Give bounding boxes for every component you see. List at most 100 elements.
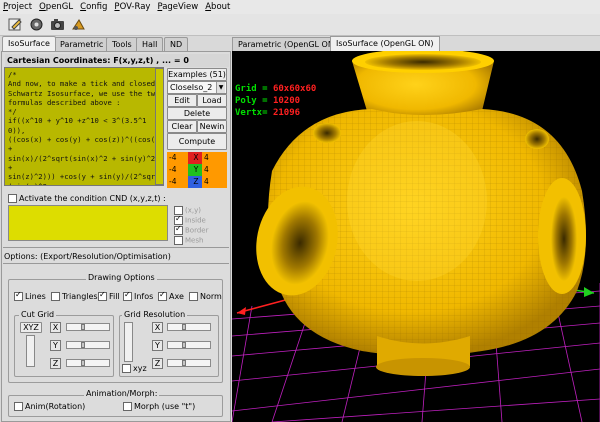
xyz-option[interactable]: xyz <box>122 364 147 373</box>
menu-config[interactable]: Config <box>80 2 107 12</box>
fill-option[interactable]: Fill <box>98 290 120 301</box>
cut-y-slider[interactable] <box>66 341 110 349</box>
delete-button[interactable]: Delete <box>167 107 227 120</box>
limit-min-z[interactable]: -4 <box>167 176 188 188</box>
example-select[interactable]: CloseIso_2 ▼ <box>167 81 227 94</box>
axe-checkbox[interactable] <box>158 290 167 301</box>
limit-max-y[interactable]: 4 <box>202 164 227 176</box>
cnd-option-xy-label: (x,y) <box>185 206 201 215</box>
cnd-option-mesh-label: Mesh <box>185 236 204 245</box>
limit-row-y: -4 Y 4 <box>167 164 227 176</box>
anim-rotation-option[interactable]: Anim(Rotation) <box>14 402 85 411</box>
res-y-slider[interactable] <box>167 341 211 349</box>
animation-title: Animation/Morph: <box>84 389 160 398</box>
limit-min-x[interactable]: -4 <box>167 152 188 164</box>
xyz-checkbox[interactable] <box>122 364 131 373</box>
newin-button[interactable]: Newin <box>197 120 227 133</box>
norm-label: Norm <box>200 292 222 301</box>
cut-grid-slider[interactable] <box>26 335 35 367</box>
example-select-value: CloseIso_2 <box>170 83 213 92</box>
menu-pageview[interactable]: PageView <box>157 2 198 12</box>
cnd-option-border-checkbox[interactable] <box>174 224 183 235</box>
edit-icon[interactable] <box>8 17 23 32</box>
triangles-checkbox[interactable] <box>51 292 60 301</box>
gear-icon[interactable] <box>29 17 44 32</box>
lines-option[interactable]: Lines <box>14 290 46 301</box>
fill-label: Fill <box>109 292 120 301</box>
edit-button[interactable]: Edit <box>167 94 197 107</box>
infos-checkbox[interactable] <box>123 290 132 301</box>
cnd-option-mesh-checkbox[interactable] <box>174 236 183 245</box>
menu-opengl[interactable]: OpenGL <box>39 2 73 12</box>
toolbar <box>0 14 600 36</box>
cnd-checkbox[interactable] <box>8 194 17 203</box>
menu-about[interactable]: About <box>205 2 230 12</box>
menu-bar: Project OpenGL Config POV-Ray PageView A… <box>0 0 600 14</box>
lines-label: Lines <box>25 292 46 301</box>
infos-label: Infos <box>134 292 154 301</box>
res-y-label: Y <box>152 340 163 351</box>
examples-button[interactable]: Examples (51) <box>167 68 227 81</box>
tab-isosurface[interactable]: IsoSurface <box>2 36 56 51</box>
xyz-cut-button[interactable]: XYZ <box>20 322 42 333</box>
options-header[interactable]: Options: (Export/Resolution/Optimisation… <box>4 252 171 261</box>
morph-label: Morph (use "t") <box>134 402 196 411</box>
res-z-label: Z <box>152 358 163 369</box>
axe-label: Axe <box>169 292 184 301</box>
tab-hall[interactable]: Hall <box>136 37 164 51</box>
cnd-option-border[interactable]: Border <box>174 224 209 235</box>
formula-editor[interactable]: /* And now, to make a tick and closed Sc… <box>4 67 164 186</box>
anim-rotation-checkbox[interactable] <box>14 402 23 411</box>
load-button[interactable]: Load <box>197 94 227 107</box>
cnd-option-border-label: Border <box>185 226 209 235</box>
tab-parametric-opengl[interactable]: Parametric (OpenGL ON) <box>232 37 343 51</box>
cut-z-slider[interactable] <box>66 359 110 367</box>
camera-icon[interactable] <box>50 17 65 32</box>
cut-grid-title: Cut Grid <box>19 310 57 319</box>
limit-max-x[interactable]: 4 <box>202 152 227 164</box>
grid-resolution-title: Grid Resolution <box>122 310 188 319</box>
divider <box>3 263 229 264</box>
animate-icon[interactable] <box>71 17 86 32</box>
cut-y-label: Y <box>50 340 61 351</box>
cnd-option-inside-label: Inside <box>185 216 206 225</box>
triangles-label: Triangles <box>62 292 98 301</box>
cut-x-label: X <box>50 322 61 333</box>
compute-button[interactable]: Compute <box>167 133 227 150</box>
drawing-options-title: Drawing Options <box>86 273 157 282</box>
coordinates-title: Cartesian Coordinates: F(x,y,z,t) , ... … <box>5 54 229 67</box>
stat-poly: Poly = 10200 <box>235 96 301 106</box>
render-stats: Grid = 60x60x60 Poly = 10200 Vertx= 2109… <box>235 83 316 119</box>
cut-x-slider[interactable] <box>66 323 110 331</box>
cnd-editor[interactable] <box>8 205 168 241</box>
menu-project[interactable]: Project <box>3 2 32 12</box>
tab-tools[interactable]: Tools <box>106 37 138 51</box>
tab-nd[interactable]: ND <box>164 37 189 51</box>
formula-scrollbar[interactable] <box>155 68 164 185</box>
grid-resolution-slider[interactable] <box>124 322 133 362</box>
limit-min-y[interactable]: -4 <box>167 164 188 176</box>
axe-option[interactable]: Axe <box>158 290 184 301</box>
norm-option[interactable]: Norm <box>189 292 222 301</box>
chevron-down-icon: ▼ <box>216 82 225 93</box>
menu-povray[interactable]: POV-Ray <box>114 2 150 12</box>
infos-option[interactable]: Infos <box>123 290 154 301</box>
morph-option[interactable]: Morph (use "t") <box>123 402 195 411</box>
triangles-option[interactable]: Triangles <box>51 292 98 301</box>
norm-checkbox[interactable] <box>189 292 198 301</box>
tab-isosurface-opengl[interactable]: IsoSurface (OpenGL ON) <box>330 36 440 51</box>
morph-checkbox[interactable] <box>123 402 132 411</box>
tab-parametric[interactable]: Parametric <box>54 37 110 51</box>
limit-row-z: -4 Z 4 <box>167 176 227 188</box>
limit-axis-y: Y <box>188 164 202 176</box>
lines-checkbox[interactable] <box>14 290 23 301</box>
limit-axis-z: Z <box>188 176 202 188</box>
clear-button[interactable]: Clear <box>167 120 197 133</box>
fill-checkbox[interactable] <box>98 290 107 301</box>
res-z-slider[interactable] <box>167 359 211 367</box>
res-x-label: X <box>152 322 163 333</box>
res-x-slider[interactable] <box>167 323 211 331</box>
opengl-viewport[interactable]: Grid = 60x60x60 Poly = 10200 Vertx= 2109… <box>232 51 600 422</box>
cnd-option-mesh[interactable]: Mesh <box>174 236 203 245</box>
limit-max-z[interactable]: 4 <box>202 176 227 188</box>
